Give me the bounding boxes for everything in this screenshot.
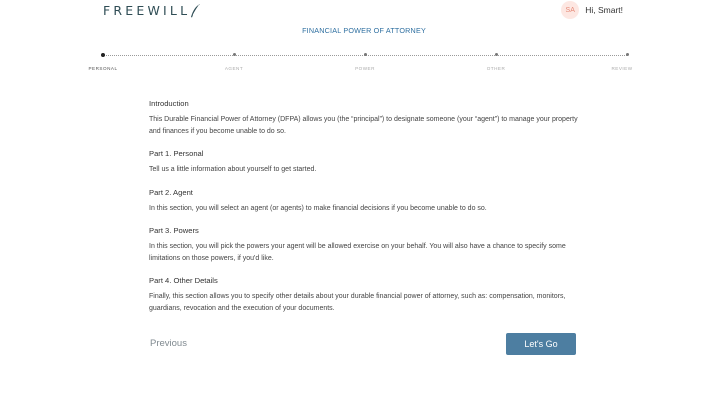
section-part-3-powers: Part 3. Powers In this section, you will… — [149, 226, 579, 265]
user-menu[interactable]: SA Hi, Smart! — [561, 1, 623, 19]
section-title: Introduction — [149, 99, 189, 108]
section-text: This Durable Financial Power of Attorney… — [149, 116, 578, 136]
previous-button[interactable]: Previous — [150, 338, 187, 349]
lets-go-button[interactable]: Let's Go — [506, 333, 576, 355]
step-label-personal[interactable]: PERSONAL — [88, 66, 117, 71]
freewill-logo[interactable]: FREEWILL — [103, 3, 201, 19]
section-text: In this section, you will select an agen… — [149, 204, 487, 212]
page-title: FINANCIAL POWER OF ATTORNEY — [302, 26, 426, 35]
top-header: FREEWILL SA Hi, Smart! — [0, 0, 728, 24]
section-text: Finally, this section allows you to spec… — [149, 293, 566, 313]
user-greeting[interactable]: Hi, Smart! — [585, 5, 623, 15]
step-label-power[interactable]: POWER — [355, 66, 375, 71]
step-label-agent[interactable]: AGENT — [225, 66, 243, 71]
section-title: Part 4. Other Details — [149, 276, 218, 286]
step-dot-other[interactable] — [494, 53, 498, 56]
step-dot-personal[interactable] — [101, 52, 105, 57]
step-dot-agent[interactable] — [232, 53, 236, 56]
section-part-2-agent: Part 2. Agent In this section, you will … — [149, 188, 579, 215]
section-title: Part 2. Agent — [149, 187, 193, 197]
user-avatar[interactable]: SA — [561, 1, 580, 19]
quill-icon — [191, 4, 201, 18]
section-title: Part 1. Personal — [149, 149, 204, 159]
logo-text: FREEWILL — [103, 3, 191, 18]
progress-stepper — [101, 52, 629, 58]
section-text: Tell us a little information about yours… — [149, 166, 317, 174]
section-title: Part 3. Powers — [149, 225, 199, 235]
step-label-other[interactable]: OTHER — [487, 66, 506, 71]
step-dot-power[interactable] — [363, 53, 367, 56]
step-label-review[interactable]: REVIEW — [611, 66, 632, 71]
section-part-1-personal: Part 1. Personal Tell us a little inform… — [149, 149, 579, 176]
step-dot-review[interactable] — [625, 53, 629, 56]
intro-content: Introduction This Durable Financial Powe… — [149, 99, 579, 327]
section-introduction: Introduction This Durable Financial Powe… — [149, 99, 579, 138]
section-part-4-other-details: Part 4. Other Details Finally, this sect… — [149, 276, 579, 315]
section-text: In this section, you will pick the power… — [149, 242, 566, 263]
